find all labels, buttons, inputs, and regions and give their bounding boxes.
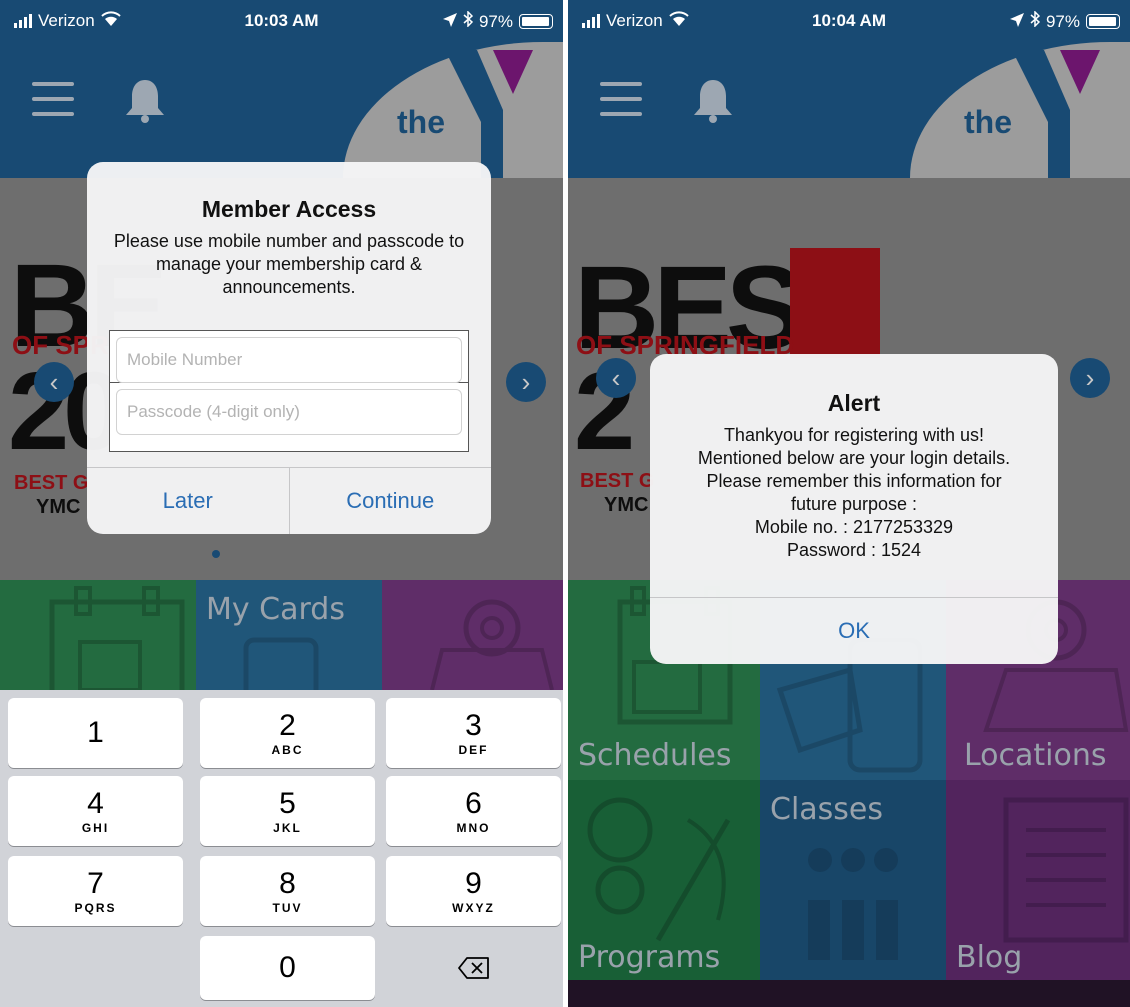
alert-line: Please remember this information for bbox=[706, 471, 1002, 491]
battery-icon bbox=[1086, 14, 1120, 29]
continue-button[interactable]: Continue bbox=[288, 468, 492, 534]
battery-percent: 97% bbox=[478, 11, 513, 31]
key-8-letters: TUV bbox=[272, 900, 303, 915]
key-5-letters: JKL bbox=[273, 820, 302, 835]
key-1-number: 1 bbox=[87, 716, 104, 749]
alert-line: Thankyou for registering with us! bbox=[723, 425, 985, 445]
key-8[interactable]: 8 TUV bbox=[200, 856, 375, 926]
alert-line: Mentioned below are your login details. bbox=[697, 448, 1011, 468]
phone-screen-left: the Verizon 10:03 AM 97% BE OF SPR 20 BE… bbox=[0, 0, 563, 1007]
alert-actions: OK bbox=[650, 597, 1058, 664]
key-9[interactable]: 9 WXYZ bbox=[386, 856, 561, 926]
key-4[interactable]: 4 GHI bbox=[8, 776, 183, 846]
ok-button[interactable]: OK bbox=[650, 598, 1058, 664]
key-6[interactable]: 6 MNO bbox=[386, 776, 561, 846]
key-3-number: 3 bbox=[465, 708, 482, 742]
key-2-letters: ABC bbox=[271, 742, 304, 757]
key-4-letters: GHI bbox=[81, 820, 110, 835]
key-1[interactable]: 1 bbox=[8, 698, 183, 768]
alert-mobile-number: Mobile no. : 2177253329 bbox=[754, 517, 954, 537]
key-2-number: 2 bbox=[279, 708, 296, 742]
key-0[interactable]: 0 bbox=[200, 936, 375, 1000]
battery-icon bbox=[519, 14, 553, 29]
bluetooth-icon bbox=[1030, 10, 1041, 32]
key-4-number: 4 bbox=[87, 786, 104, 820]
dialog-actions: Later Continue bbox=[87, 467, 491, 534]
location-arrow-icon bbox=[1009, 12, 1024, 32]
delete-key[interactable] bbox=[386, 936, 561, 1000]
key-7[interactable]: 7 PQRS bbox=[8, 856, 183, 926]
later-button[interactable]: Later bbox=[87, 468, 289, 534]
key-9-number: 9 bbox=[465, 866, 482, 900]
numeric-keypad: 1 2 ABC 3 DEF 4 GHI 5 JKL 6 MNO 7 PQRS 8 TUV 9W… bbox=[0, 690, 563, 1007]
alert-message: Thankyou for registering with us! Mentio… bbox=[660, 424, 1048, 562]
key-5[interactable]: 5 JKL bbox=[200, 776, 375, 846]
key-6-letters: MNO bbox=[456, 820, 491, 835]
key-7-letters: PQRS bbox=[74, 900, 117, 915]
mobile-number-input[interactable] bbox=[116, 337, 462, 383]
phone-screen-right: the Verizon 10:04 AM 97% BEST OF SPRINGF… bbox=[568, 0, 1130, 1007]
alert-line: future purpose : bbox=[790, 494, 918, 514]
key-6-number: 6 bbox=[465, 786, 482, 820]
bluetooth-icon bbox=[463, 10, 474, 32]
key-7-number: 7 bbox=[87, 866, 104, 900]
key-3[interactable]: 3 DEF bbox=[386, 698, 561, 768]
dialog-message: Please use mobile number and passcode to… bbox=[113, 231, 465, 297]
credentials-form bbox=[109, 330, 469, 452]
status-bar: Verizon 10:04 AM 97% bbox=[568, 0, 1130, 42]
location-arrow-icon bbox=[442, 12, 457, 32]
key-5-number: 5 bbox=[279, 786, 296, 820]
passcode-input[interactable] bbox=[116, 389, 462, 435]
key-2[interactable]: 2 ABC bbox=[200, 698, 375, 768]
alert-dialog: Alert Thankyou for registering with us! … bbox=[650, 354, 1058, 664]
backspace-icon bbox=[457, 957, 489, 979]
key-0-number: 0 bbox=[279, 951, 296, 984]
key-9-letters: WXYZ bbox=[452, 900, 495, 915]
dialog-title: Member Access bbox=[201, 196, 377, 222]
key-8-number: 8 bbox=[279, 866, 296, 900]
battery-percent: 97% bbox=[1045, 11, 1080, 31]
alert-password: Password : 1524 bbox=[786, 540, 922, 560]
status-bar: Verizon 10:03 AM 97% bbox=[0, 0, 563, 42]
alert-title: Alert bbox=[827, 390, 881, 416]
key-3-letters: DEF bbox=[458, 742, 489, 757]
member-access-dialog: Member Access Please use mobile number a… bbox=[87, 162, 491, 534]
